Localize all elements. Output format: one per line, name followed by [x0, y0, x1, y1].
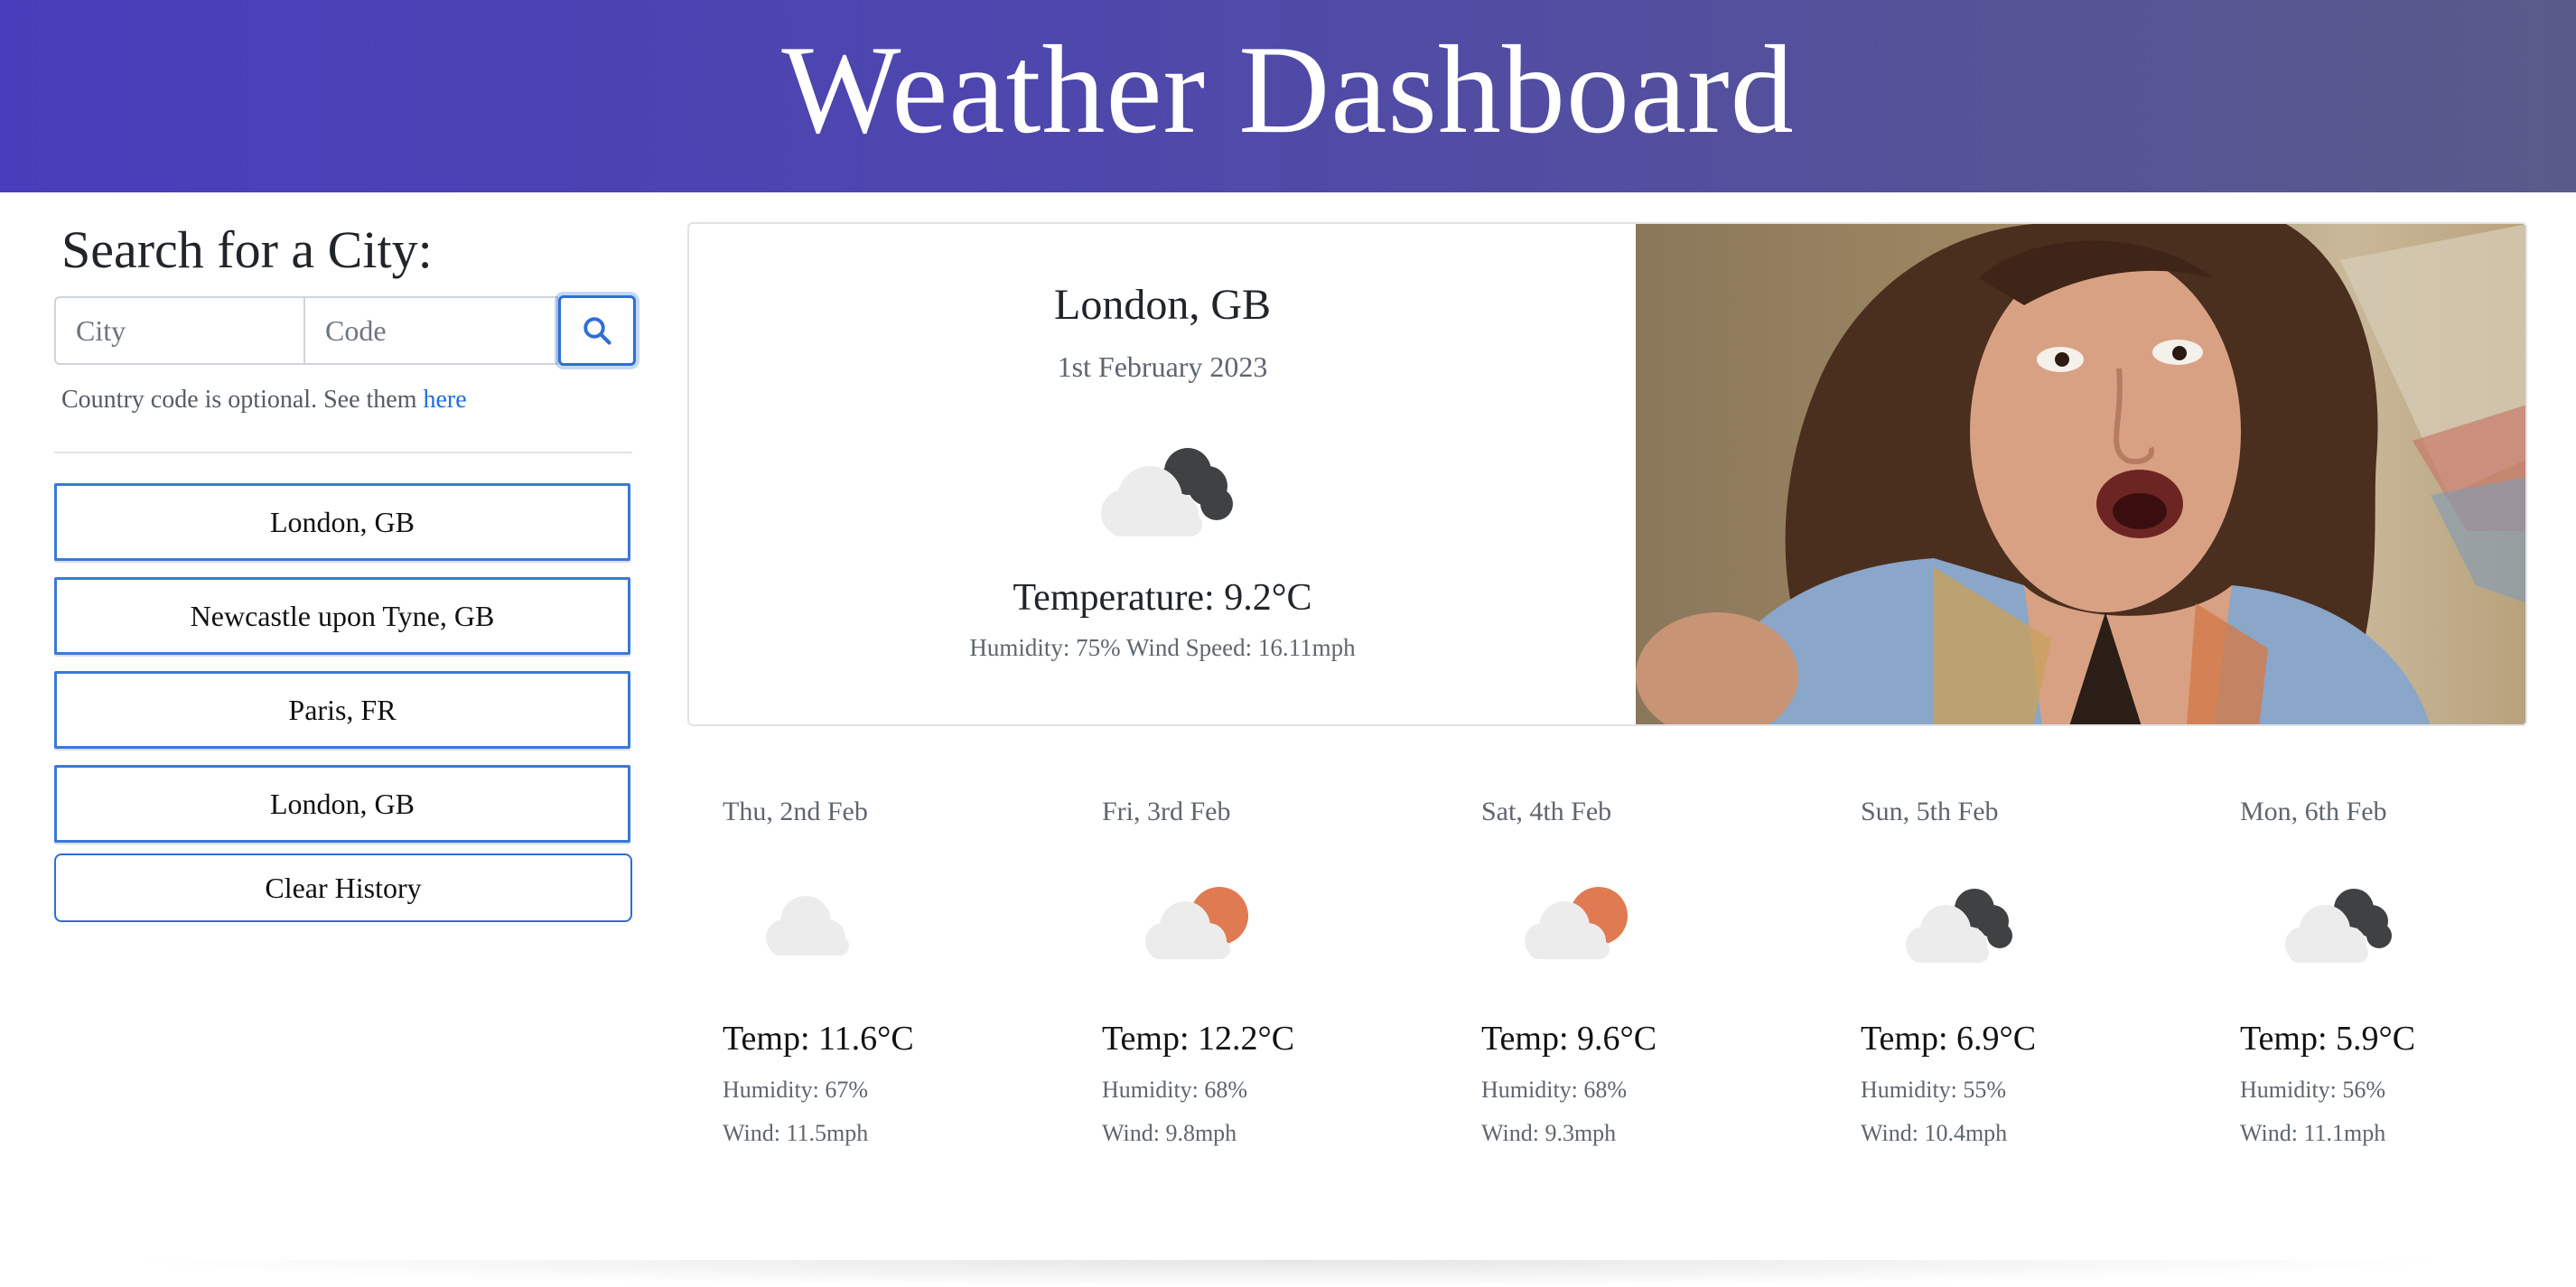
forecast-temp: Temp: 6.9°C: [1861, 1020, 2037, 1058]
history-item[interactable]: London, GB: [54, 483, 630, 561]
header-bar: Weather Dashboard: [0, 0, 2576, 192]
search-button[interactable]: [558, 295, 636, 366]
forecast-humidity: Humidity: 68%: [1102, 1077, 1248, 1103]
forecast-date: Sat, 4th Feb: [1481, 797, 1612, 826]
forecast-humidity: Humidity: 56%: [2240, 1077, 2386, 1103]
forecast-day: Thu, 2nd Feb Temp: 11.6°C Humidity: 67% …: [723, 777, 1066, 1156]
cloud-sun-icon: [1145, 887, 1248, 959]
country-code-input[interactable]: [305, 296, 558, 365]
forecast-wind: Wind: 11.5mph: [723, 1120, 869, 1146]
search-title: Search for a City:: [61, 220, 433, 279]
current-weather-card: London, GB 1st February 2023 Temperature…: [687, 222, 2527, 726]
forecast-temp: Temp: 11.6°C: [723, 1020, 914, 1058]
history-item[interactable]: Newcastle upon Tyne, GB: [54, 577, 630, 655]
forecast-temp: Temp: 5.9°C: [2240, 1020, 2416, 1058]
search-form: [54, 295, 636, 367]
forecast-day: Mon, 6th Feb Temp: 5.9°C Humidity: 56% W…: [2240, 777, 2576, 1156]
forecast-date: Sun, 5th Feb: [1861, 797, 1999, 826]
search-history: London, GB Newcastle upon Tyne, GB Paris…: [54, 483, 632, 922]
hint-text: Country code is optional. See them: [61, 386, 424, 414]
forecast-wind: Wind: 9.8mph: [1102, 1120, 1237, 1146]
broken-clouds-icon: [1101, 448, 1233, 536]
reaction-image: [1636, 224, 2525, 724]
country-codes-link[interactable]: here: [424, 386, 467, 414]
forecast-humidity: Humidity: 68%: [1481, 1077, 1628, 1103]
broken-clouds-icon: [2285, 889, 2392, 963]
forecast-humidity: Humidity: 67%: [723, 1077, 869, 1103]
reaction-gif: [1636, 224, 2525, 724]
forecast-humidity: Humidity: 55%: [1861, 1077, 2007, 1103]
forecast-temp: Temp: 9.6°C: [1481, 1020, 1657, 1058]
history-item[interactable]: Paris, FR: [54, 671, 630, 749]
forecast-date: Mon, 6th Feb: [2240, 797, 2387, 826]
current-weather-info: London, GB 1st February 2023 Temperature…: [689, 224, 1636, 724]
history-item[interactable]: London, GB: [54, 765, 630, 843]
forecast-date: Thu, 2nd Feb: [723, 797, 868, 826]
current-details: Humidity: 75% Wind Speed: 16.11mph: [969, 634, 1356, 661]
forecast-day: Fri, 3rd Feb Temp: 12.2°C Humidity: 68% …: [1102, 777, 1445, 1156]
broken-clouds-icon: [1906, 889, 2012, 963]
forecast-wind: Wind: 9.3mph: [1481, 1120, 1617, 1146]
page-title: Weather Dashboard: [781, 20, 1795, 160]
cloud-icon: [766, 896, 849, 956]
forecast-wind: Wind: 10.4mph: [1861, 1120, 2008, 1146]
current-temperature: Temperature: 9.2°C: [1013, 577, 1312, 619]
city-input[interactable]: [54, 296, 305, 365]
five-day-forecast: Thu, 2nd Feb Temp: 11.6°C Humidity: 67% …: [723, 777, 2529, 1174]
forecast-day: Sat, 4th Feb Temp: 9.6°C Humidity: 68% W…: [1481, 777, 1825, 1156]
footer-shadow: [108, 1260, 2468, 1287]
forecast-temp: Temp: 12.2°C: [1102, 1020, 1295, 1058]
current-city: London, GB: [1054, 281, 1271, 329]
current-date: 1st February 2023: [1057, 350, 1268, 383]
forecast-date: Fri, 3rd Feb: [1102, 797, 1231, 826]
search-icon: [583, 317, 611, 345]
cloud-sun-icon: [1525, 887, 1628, 959]
country-code-hint: Country code is optional. See them here: [61, 386, 467, 415]
forecast-wind: Wind: 11.1mph: [2240, 1120, 2386, 1146]
divider: [54, 452, 632, 453]
forecast-day: Sun, 5th Feb Temp: 6.9°C Humidity: 55% W…: [1861, 777, 2204, 1156]
clear-history-button[interactable]: Clear History: [54, 853, 632, 922]
